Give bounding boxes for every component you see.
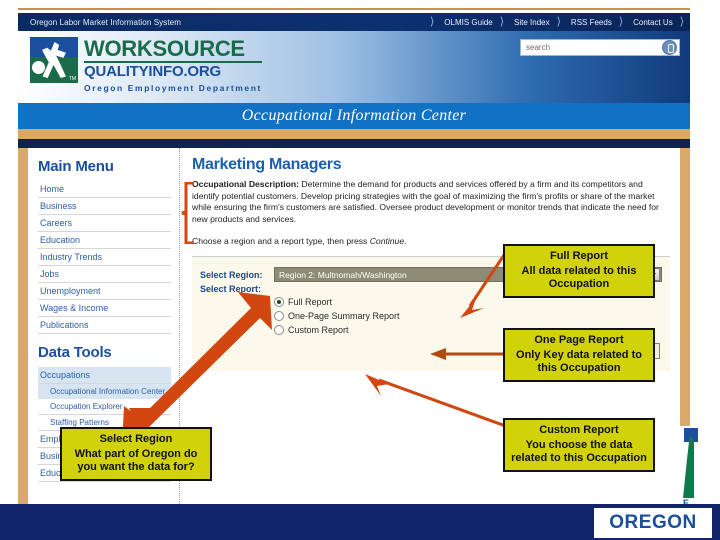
sidebar-item-business[interactable]: Business [38, 198, 171, 215]
description-label: Occupational Description: [192, 179, 299, 189]
utility-nav: Oregon Labor Market Information System ⟩… [18, 13, 690, 31]
callout-select-region-title: Select Region [99, 433, 173, 445]
logo-department-text: Oregon Employment Department [84, 83, 262, 93]
sidebar-item-education[interactable]: Education [38, 232, 171, 249]
worksource-emblem-icon: TM [30, 37, 78, 83]
chevron-separator-icon: ⟩ [679, 15, 684, 28]
select-region-pointer-annotation [122, 292, 272, 445]
full-report-pointer-annotation [460, 251, 508, 318]
site-header: TM WORKSOURCE QUALITYINFO.ORG Oregon Emp… [18, 31, 690, 103]
search-icon[interactable] [662, 40, 677, 55]
instruction-emphasis: Continue [369, 236, 405, 246]
trademark-icon: TM [68, 76, 76, 82]
occupation-description: Occupational Description: Determine the … [192, 179, 670, 225]
callout-one-page-report-body: Only Key data related to this Occupation [516, 349, 642, 374]
site-logo[interactable]: TM WORKSOURCE QUALITYINFO.ORG Oregon Emp… [30, 37, 262, 93]
search-box[interactable] [520, 39, 680, 56]
region-label: Select Region: [200, 269, 263, 280]
utility-link-olmis-guide[interactable]: OLMIS Guide [434, 18, 499, 27]
description-brace-annotation [181, 182, 194, 244]
callout-full-report-title: Full Report [549, 250, 609, 262]
logo-worksource-text: WORKSOURCE [84, 36, 245, 61]
utility-nav-title: Oregon Labor Market Information System [30, 17, 181, 27]
sidebar-item-industry-trends[interactable]: Industry Trends [38, 249, 171, 266]
oregon-state-mark-icon: E [680, 426, 708, 508]
radio-option-full-report[interactable]: Full Report [274, 297, 400, 307]
callout-select-region-body: What part of Oregon do you want the data… [74, 448, 198, 473]
search-input[interactable] [521, 43, 662, 52]
callout-full-report-body: All data related to this Occupation [521, 265, 637, 290]
radio-label-full-report: Full Report [288, 297, 333, 307]
page-banner-title: Occupational Information Center [241, 107, 467, 124]
radio-label-one-page-summary: One-Page Summary Report [288, 311, 400, 321]
callout-select-region: Select Region What part of Oregon do you… [60, 427, 212, 481]
radio-option-custom-report[interactable]: Custom Report [274, 325, 400, 335]
callout-custom-report-body: You choose the data related to this Occu… [511, 439, 647, 464]
sidebar-item-jobs[interactable]: Jobs [38, 266, 171, 283]
radio-option-one-page-summary[interactable]: One-Page Summary Report [274, 311, 400, 321]
utility-nav-links: ⟩ OLMIS Guide ⟩ Site Index ⟩ RSS Feeds ⟩… [430, 15, 690, 28]
oregon-wordmark-logo: OREGON [594, 508, 712, 538]
page-title: Marketing Managers [192, 156, 342, 173]
navy-divider [18, 139, 690, 148]
sidebar-item-careers[interactable]: Careers [38, 215, 171, 232]
custom-report-pointer-annotation [365, 374, 512, 430]
main-menu-heading: Main Menu [38, 158, 114, 175]
one-page-report-pointer-annotation [430, 348, 508, 360]
oregon-wordmark-text: OREGON [609, 512, 697, 533]
sidebar-item-home[interactable]: Home [38, 181, 171, 198]
utility-link-site-index[interactable]: Site Index [504, 18, 557, 27]
tan-divider-top [18, 129, 690, 139]
callout-custom-report-title: Custom Report [539, 424, 619, 436]
page-banner: Occupational Information Center [18, 103, 690, 129]
callout-full-report: Full Report All data related to this Occ… [503, 244, 655, 298]
callout-one-page-report: One Page Report Only Key data related to… [503, 328, 655, 382]
left-tan-rail [18, 148, 28, 504]
utility-link-rss-feeds[interactable]: RSS Feeds [561, 18, 619, 27]
callout-custom-report: Custom Report You choose the data relate… [503, 418, 655, 472]
slide-canvas: Oregon Labor Market Information System ⟩… [0, 0, 720, 540]
logo-qualityinfo-text: QUALITYINFO.ORG [84, 63, 221, 80]
radio-label-custom-report: Custom Report [288, 325, 349, 335]
instruction-prefix: Choose a region and a report type, then … [192, 236, 370, 246]
instruction-suffix: . [404, 236, 407, 246]
callout-one-page-report-title: One Page Report [534, 334, 624, 346]
utility-link-contact-us[interactable]: Contact Us [623, 18, 680, 27]
